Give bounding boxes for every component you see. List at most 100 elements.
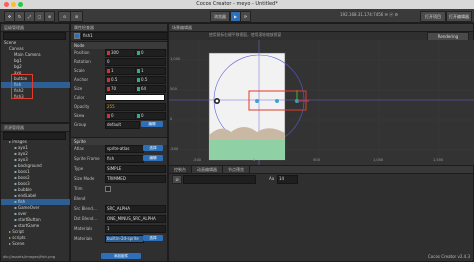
trim-checkbox[interactable] <box>105 186 111 192</box>
console-tabs: 控制台 动画编辑器 节点预览 <box>169 166 473 174</box>
sprite-properties: Atlas sprite-atlas 选择 Sprite Frame fish 编辑 Typ… <box>71 145 168 253</box>
y-tick-label: 0 <box>170 117 173 121</box>
console-tab[interactable]: 控制台 <box>169 166 192 173</box>
node-name-input[interactable]: fish1 <box>81 32 168 40</box>
font-size-select[interactable]: 14 <box>277 175 298 184</box>
property-label: Rotation <box>74 59 91 64</box>
property-x-input[interactable]: 70 <box>105 85 136 93</box>
sprite-property-input[interactable]: 1 <box>105 225 166 233</box>
scene-hint: 使用鼠标右键平移视窗，使用滚轮缩放视窗 <box>209 32 282 37</box>
property-value-input[interactable]: default <box>105 121 140 129</box>
console-panel: 控制台 动画编辑器 节点预览 ⊘ Aa 14 Cocos Creator v2.4.… <box>168 165 474 262</box>
sprite-property-input[interactable]: SIMPLE <box>105 165 166 173</box>
asset-item-label: over <box>17 211 27 216</box>
local-toggle-button[interactable]: ⊚ <box>70 11 83 22</box>
asset-item-label: boss2 <box>17 175 30 180</box>
property-value-input[interactable]: 0 <box>105 58 166 66</box>
preview-ip: 192.168.31.174:7456 ✉ ⓦ ⚙ <box>340 12 399 17</box>
scene-canvas[interactable] <box>169 40 474 165</box>
y-tick-label: -500 <box>170 147 179 151</box>
edit-group-button[interactable]: 编辑 <box>141 121 163 127</box>
preview-platform-select[interactable]: 浏览器 <box>210 11 230 22</box>
node-properties: Position 300 0 Rotation 0 Scale 1 1 Anchor 0.5 0.5… <box>71 49 168 129</box>
transform-tool-button[interactable]: ⊕ <box>44 11 55 22</box>
sprite-property-label: Materials <box>74 236 93 241</box>
main-toolbar: ✥ ↻ ⤢ ▢ ⊕ ⊙ ⊚ 浏览器 ▶ ⟳ 192.168.31.174:745… <box>0 9 474 23</box>
sprite-property-label: Dst Blend... <box>74 216 98 221</box>
asset-item-label: boss1 <box>17 169 30 174</box>
select-button[interactable]: 选择 <box>143 145 163 151</box>
add-component-button[interactable]: 添加组件 <box>101 253 141 259</box>
y-axis-ticks: 1,000 500 0 -500 <box>170 40 190 165</box>
property-value-input[interactable]: 255 <box>105 103 166 111</box>
edit-sprite-button[interactable]: 编辑 <box>143 155 163 161</box>
select-button[interactable]: 选择 <box>143 235 163 241</box>
asset-item-label: scripts <box>12 235 26 240</box>
console-filter-input[interactable] <box>183 175 256 184</box>
property-x-input[interactable]: 1 <box>105 67 136 75</box>
node-active-checkbox[interactable] <box>74 33 80 39</box>
property-label: Position <box>74 50 90 55</box>
asset-item-label: fish <box>17 199 26 204</box>
inspector-title: 属性检查器 <box>71 24 167 32</box>
x-tick-label: 1,500 <box>433 158 444 162</box>
property-label: Skew <box>74 113 85 118</box>
asset-item-label: boss3 <box>17 181 30 186</box>
property-x-input[interactable]: 0.5 <box>105 76 136 84</box>
property-y-input[interactable]: 1 <box>135 67 166 75</box>
asset-item-label: ayo1 <box>17 145 28 150</box>
sprite-property-label: Src Blend... <box>74 206 97 211</box>
hierarchy-title: 层级管理器 <box>1 24 69 32</box>
asset-item-label: background <box>17 163 42 168</box>
refresh-button[interactable]: ⟳ <box>240 11 251 22</box>
console-tab[interactable]: 动画编辑器 <box>192 166 223 173</box>
property-x-input[interactable]: 0 <box>105 112 136 120</box>
property-label: Scale <box>74 68 85 73</box>
sprite-property-input[interactable]: SRC_ALPHA <box>105 205 166 213</box>
asset-item-label: images <box>12 139 27 144</box>
hierarchy-search-input[interactable] <box>3 32 66 40</box>
y-tick-label: 1,000 <box>170 57 181 61</box>
asset-item-label: Script <box>12 229 24 234</box>
asset-path-status: db://assets/images/fish.png <box>3 254 56 259</box>
asset-item-label: GameOver <box>17 205 40 210</box>
sprite-property-label: Sprite Frame <box>74 156 100 161</box>
sprite-property-label: Atlas <box>74 146 84 151</box>
assets-title: 资源管理器 <box>1 124 69 132</box>
x-tick-label: 500 <box>313 158 320 162</box>
scene-editor-title: 场景编辑器 <box>169 24 473 32</box>
sprite-property-label: Size Mode <box>74 176 95 181</box>
sprite-property-label: Blend <box>74 196 86 201</box>
console-tab[interactable]: 节点预览 <box>223 166 250 173</box>
clear-console-button[interactable]: ⊘ <box>172 175 182 184</box>
sprite-property-input[interactable]: TRIMMED <box>105 175 166 183</box>
title-bar: Cocos Creator - meyo - Untitled* <box>0 0 474 9</box>
x-tick-label: 0 <box>253 158 256 162</box>
sprite-property-input[interactable]: builtin-2d-sprite <box>105 235 144 243</box>
open-editor-button[interactable]: 打开编辑器 <box>446 11 472 22</box>
property-x-input[interactable]: 300 <box>105 49 136 57</box>
sprite-property-label: Materials <box>74 226 93 231</box>
color-swatch[interactable] <box>105 94 165 101</box>
asset-item-label: ayo3 <box>17 157 28 162</box>
sprite-section-header[interactable]: Sprite <box>71 137 167 145</box>
sprite-property-input[interactable]: fish <box>105 155 144 163</box>
inspector-panel: 属性检查器 fish1 Node Position 300 0 Rotation 0 Sc… <box>70 23 168 262</box>
sprite-property-label: Type <box>74 166 84 171</box>
asset-item[interactable]: ▸ Scene <box>1 241 70 247</box>
property-y-input[interactable]: 0 <box>135 112 166 120</box>
property-y-input[interactable]: 0.5 <box>135 76 166 84</box>
x-tick-label: -500 <box>193 158 202 162</box>
assets-tree: ▸ images ▪ ayo1 ▪ ayo2 ▪ ayo3 ▪ background ▪ … <box>1 139 70 251</box>
node-section-header[interactable]: Node <box>71 41 167 49</box>
open-project-button[interactable]: 打开项目 <box>420 11 446 22</box>
sprite-property-input[interactable]: ONE_MINUS_SRC_ALPHA <box>105 215 166 223</box>
property-y-input[interactable]: 64 <box>135 85 166 93</box>
asset-item-label: ayo2 <box>17 151 28 156</box>
asset-item-label: startButton <box>17 217 41 222</box>
fish-nodes-highlight <box>11 74 33 99</box>
sprite-property-input[interactable]: sprite-atlas <box>105 145 144 153</box>
property-y-input[interactable]: 0 <box>135 49 166 57</box>
asset-item-label: bubble <box>17 187 32 192</box>
assets-panel: 资源管理器 ▸ images ▪ ayo1 ▪ ayo2 ▪ ayo3 ▪ backgr… <box>0 123 70 262</box>
